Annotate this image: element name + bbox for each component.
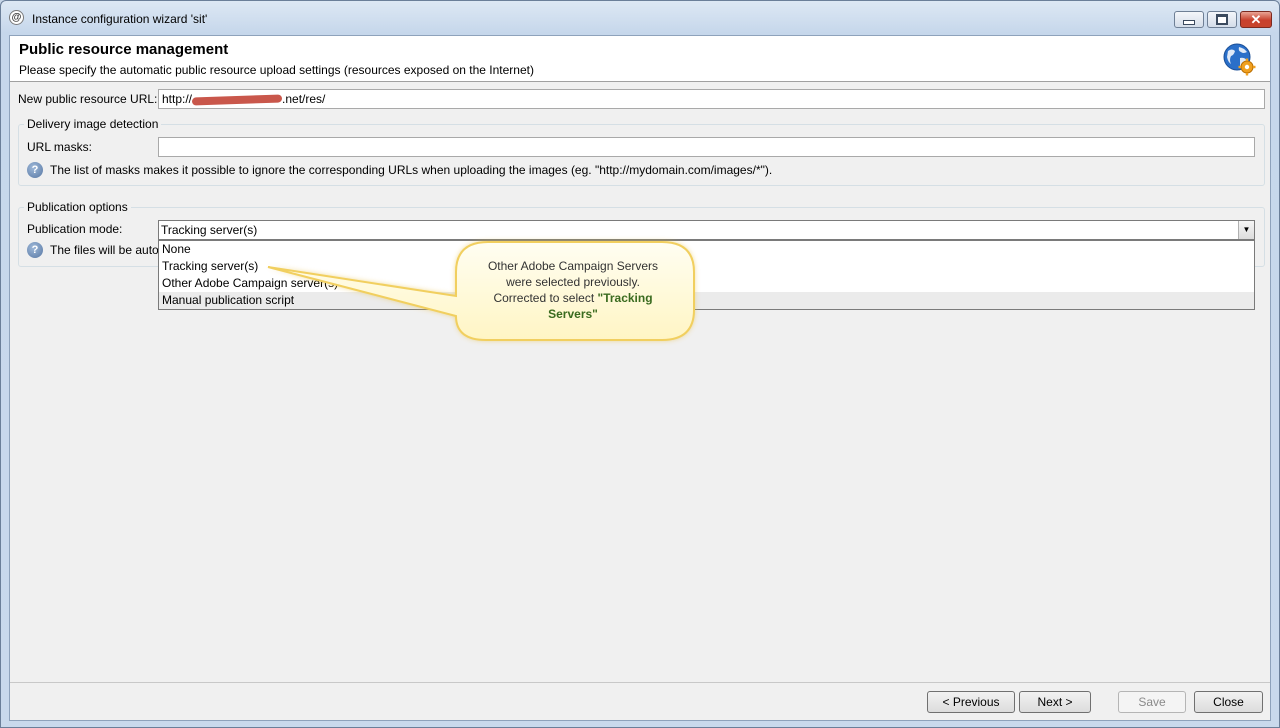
publication-mode-dropdown: None Tracking server(s) Other Adobe Camp… bbox=[158, 240, 1255, 310]
url-masks-input[interactable] bbox=[158, 137, 1255, 157]
wizard-window: @ Instance configuration wizard 'sit' ✕ … bbox=[0, 0, 1280, 728]
publication-mode-select[interactable]: Tracking server(s) ▼ bbox=[158, 220, 1255, 240]
adobe-campaign-icon: @ bbox=[9, 10, 24, 25]
minimize-button[interactable] bbox=[1174, 11, 1204, 28]
save-button[interactable]: Save bbox=[1118, 691, 1186, 713]
callout-line-3-prefix: Corrected to select bbox=[493, 291, 598, 305]
url-suffix: .net/res/ bbox=[282, 92, 326, 106]
close-window-button[interactable]: ✕ bbox=[1240, 11, 1272, 28]
callout-highlight-servers: Servers bbox=[548, 307, 593, 321]
wizard-header: Public resource management Please specif… bbox=[10, 36, 1270, 82]
option-other-campaign-servers[interactable]: Other Adobe Campaign server(s) bbox=[159, 275, 1254, 292]
url-prefix: http:// bbox=[162, 92, 193, 106]
delivery-image-detection-legend: Delivery image detection bbox=[27, 117, 159, 131]
option-none[interactable]: None bbox=[159, 241, 1254, 258]
wizard-client-area: Public resource management Please specif… bbox=[9, 35, 1271, 721]
help-icon: ? bbox=[27, 162, 43, 178]
publication-options-legend: Publication options bbox=[27, 200, 128, 214]
public-resource-url-input[interactable]: http:// .net/res/ bbox=[158, 89, 1265, 109]
chevron-down-icon[interactable]: ▼ bbox=[1238, 221, 1254, 239]
page-title: Public resource management bbox=[19, 41, 229, 58]
title-bar[interactable]: @ Instance configuration wizard 'sit' ✕ bbox=[1, 1, 1279, 35]
help-icon: ? bbox=[27, 242, 43, 258]
previous-button[interactable]: < Previous bbox=[927, 691, 1015, 713]
publication-mode-value: Tracking server(s) bbox=[161, 223, 258, 237]
footer-divider bbox=[10, 682, 1270, 683]
close-icon: ✕ bbox=[1250, 12, 1262, 27]
callout-highlight-tracking: Tracking bbox=[603, 291, 653, 305]
callout-line-2: were selected previously. bbox=[506, 275, 640, 289]
maximize-icon bbox=[1216, 14, 1228, 25]
publication-help-text: The files will be auto bbox=[50, 243, 159, 257]
callout-line-3: Corrected to select "Tracking bbox=[468, 290, 678, 306]
url-label: New public resource URL: bbox=[18, 92, 158, 106]
window-title: Instance configuration wizard 'sit' bbox=[32, 12, 208, 26]
callout-close-quote: " bbox=[592, 307, 598, 321]
option-manual-publication-script[interactable]: Manual publication script bbox=[159, 292, 1254, 309]
option-tracking-servers[interactable]: Tracking server(s) bbox=[159, 258, 1254, 275]
masks-help-text: The list of masks makes it possible to i… bbox=[50, 163, 773, 177]
callout-line-4: Servers" bbox=[468, 306, 678, 322]
redacted-domain bbox=[191, 94, 283, 106]
globe-gear-icon bbox=[1223, 43, 1256, 76]
callout-text: Other Adobe Campaign Servers were select… bbox=[468, 258, 678, 322]
maximize-button[interactable] bbox=[1207, 11, 1237, 28]
publication-mode-label: Publication mode: bbox=[27, 222, 123, 236]
page-subtitle: Please specify the automatic public reso… bbox=[19, 63, 534, 77]
next-button[interactable]: Next > bbox=[1019, 691, 1091, 713]
minimize-icon bbox=[1183, 20, 1195, 25]
close-button[interactable]: Close bbox=[1194, 691, 1263, 713]
url-masks-label: URL masks: bbox=[27, 140, 92, 154]
callout-line-1: Other Adobe Campaign Servers bbox=[487, 259, 659, 273]
